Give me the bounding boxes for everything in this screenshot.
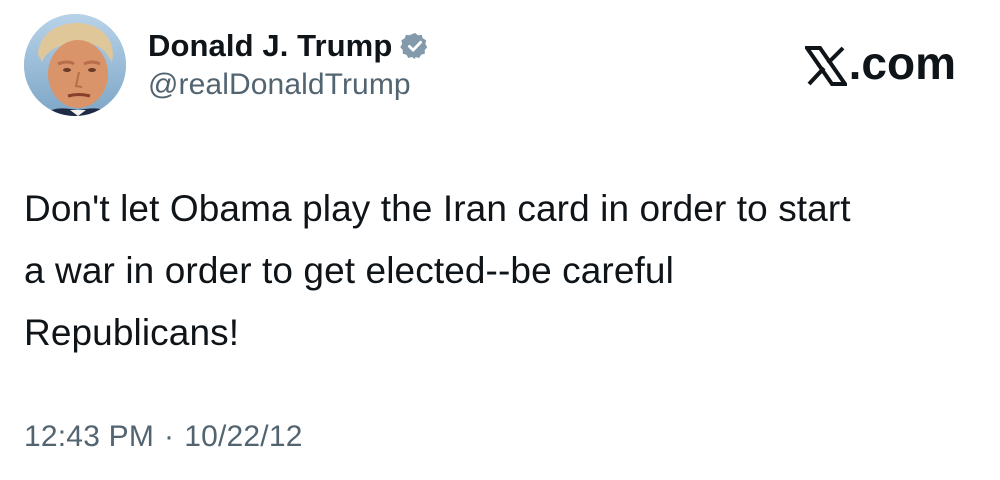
x-logo-icon <box>802 43 849 86</box>
brand-label: .com <box>802 36 956 90</box>
avatar-image <box>24 14 126 116</box>
display-name-row: Donald J. Trump <box>148 26 430 66</box>
display-name[interactable]: Donald J. Trump <box>148 28 392 64</box>
timestamp-separator: · <box>164 420 175 453</box>
tweet-card: Donald J. Trump @realDonaldTrump .com Do… <box>0 0 1000 480</box>
user-handle[interactable]: @realDonaldTrump <box>148 68 430 102</box>
brand-domain-text: .com <box>848 37 956 89</box>
tweet-time: 12:43 PM <box>24 420 155 453</box>
tweet-header: Donald J. Trump @realDonaldTrump .com <box>24 14 976 124</box>
author-names: Donald J. Trump @realDonaldTrump <box>148 26 430 102</box>
avatar[interactable] <box>24 14 126 116</box>
tweet-text: Don't let Obama play the Iran card in or… <box>24 188 851 353</box>
tweet-timestamp[interactable]: 12:43 PM · 10/22/12 <box>24 420 303 454</box>
tweet-date: 10/22/12 <box>184 420 303 453</box>
verified-badge-icon <box>400 31 430 61</box>
